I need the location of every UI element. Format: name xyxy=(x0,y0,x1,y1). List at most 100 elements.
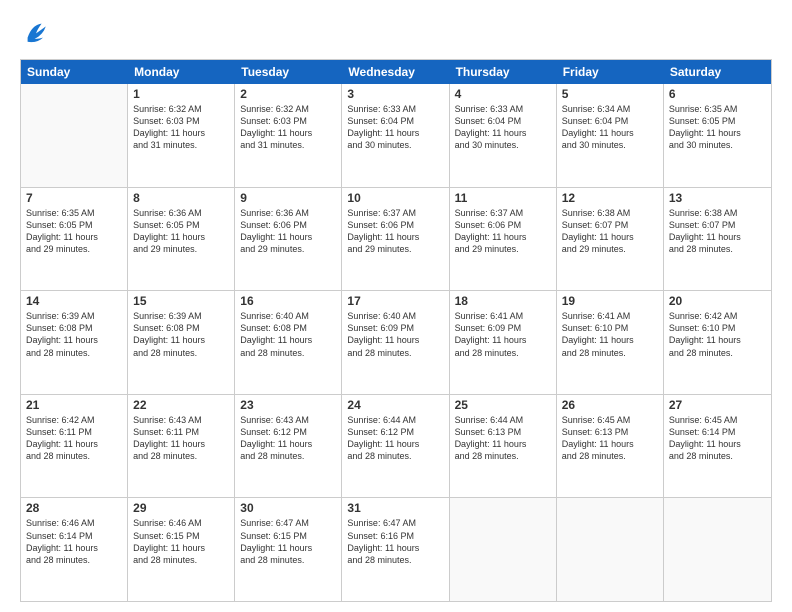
day-number: 4 xyxy=(455,87,551,101)
day-info: Sunrise: 6:33 AM Sunset: 6:04 PM Dayligh… xyxy=(347,103,443,152)
calendar-row: 21Sunrise: 6:42 AM Sunset: 6:11 PM Dayli… xyxy=(21,395,771,499)
day-info: Sunrise: 6:37 AM Sunset: 6:06 PM Dayligh… xyxy=(347,207,443,256)
day-info: Sunrise: 6:42 AM Sunset: 6:10 PM Dayligh… xyxy=(669,310,766,359)
day-info: Sunrise: 6:37 AM Sunset: 6:06 PM Dayligh… xyxy=(455,207,551,256)
day-info: Sunrise: 6:41 AM Sunset: 6:09 PM Dayligh… xyxy=(455,310,551,359)
calendar-cell: 15 Sunrise: 6:39 AM Sunset: 6:08 PM Dayli… xyxy=(128,291,235,394)
day-info: Sunrise: 6:34 AM Sunset: 6:04 PM Dayligh… xyxy=(562,103,658,152)
calendar-cell xyxy=(557,498,664,601)
day-info: Sunrise: 6:41 AM Sunset: 6:10 PM Dayligh… xyxy=(562,310,658,359)
day-info: Sunrise: 6:35 AM Sunset: 6:05 PM Dayligh… xyxy=(669,103,766,152)
calendar-cell: 29 Sunrise: 6:46 AM Sunset: 6:15 PM Dayli… xyxy=(128,498,235,601)
calendar-cell: 23Sunrise: 6:43 AM Sunset: 6:12 PM Dayli… xyxy=(235,395,342,498)
day-info: Sunrise: 6:36 AM Sunset: 6:05 PM Dayligh… xyxy=(133,207,229,256)
day-number: 17 xyxy=(347,294,443,308)
day-number: 29 xyxy=(133,501,229,515)
calendar-cell: 25Sunrise: 6:44 AM Sunset: 6:13 PM Dayli… xyxy=(450,395,557,498)
day-info: Sunrise: 6:38 AM Sunset: 6:07 PM Dayligh… xyxy=(562,207,658,256)
calendar-cell: 5Sunrise: 6:34 AM Sunset: 6:04 PM Daylig… xyxy=(557,84,664,187)
day-info: Sunrise: 6:47 AM Sunset: 6:15 PM Dayligh… xyxy=(240,517,336,566)
day-number: 25 xyxy=(455,398,551,412)
calendar-cell: 14 Sunrise: 6:39 AM Sunset: 6:08 PM Dayli… xyxy=(21,291,128,394)
day-info: Sunrise: 6:32 AM Sunset: 6:03 PM Dayligh… xyxy=(133,103,229,152)
calendar-cell: 22Sunrise: 6:43 AM Sunset: 6:11 PM Dayli… xyxy=(128,395,235,498)
logo xyxy=(20,18,50,51)
day-info: Sunrise: 6:46 AM Sunset: 6:15 PM Dayligh… xyxy=(133,517,229,566)
calendar-header-cell: Friday xyxy=(557,60,664,84)
day-number: 6 xyxy=(669,87,766,101)
day-info: Sunrise: 6:40 AM Sunset: 6:08 PM Dayligh… xyxy=(240,310,336,359)
day-number: 12 xyxy=(562,191,658,205)
day-number: 3 xyxy=(347,87,443,101)
day-number: 27 xyxy=(669,398,766,412)
day-info: Sunrise: 6:35 AM Sunset: 6:05 PM Dayligh… xyxy=(26,207,122,256)
calendar-cell: 3 Sunrise: 6:33 AM Sunset: 6:04 PM Daylig… xyxy=(342,84,449,187)
calendar-row: 7Sunrise: 6:35 AM Sunset: 6:05 PM Daylig… xyxy=(21,188,771,292)
day-number: 2 xyxy=(240,87,336,101)
calendar-cell: 2 Sunrise: 6:32 AM Sunset: 6:03 PM Daylig… xyxy=(235,84,342,187)
calendar-cell: 17 Sunrise: 6:40 AM Sunset: 6:09 PM Dayli… xyxy=(342,291,449,394)
calendar-cell: 26Sunrise: 6:45 AM Sunset: 6:13 PM Dayli… xyxy=(557,395,664,498)
calendar-cell: 10 Sunrise: 6:37 AM Sunset: 6:06 PM Dayli… xyxy=(342,188,449,291)
logo-bird-icon xyxy=(22,18,50,46)
day-info: Sunrise: 6:45 AM Sunset: 6:14 PM Dayligh… xyxy=(669,414,766,463)
day-info: Sunrise: 6:44 AM Sunset: 6:12 PM Dayligh… xyxy=(347,414,443,463)
calendar-cell: 31 Sunrise: 6:47 AM Sunset: 6:16 PM Dayli… xyxy=(342,498,449,601)
calendar-cell: 28Sunrise: 6:46 AM Sunset: 6:14 PM Dayli… xyxy=(21,498,128,601)
day-info: Sunrise: 6:46 AM Sunset: 6:14 PM Dayligh… xyxy=(26,517,122,566)
day-info: Sunrise: 6:47 AM Sunset: 6:16 PM Dayligh… xyxy=(347,517,443,566)
day-number: 22 xyxy=(133,398,229,412)
calendar-cell: 4 Sunrise: 6:33 AM Sunset: 6:04 PM Daylig… xyxy=(450,84,557,187)
calendar-header-cell: Thursday xyxy=(450,60,557,84)
day-info: Sunrise: 6:32 AM Sunset: 6:03 PM Dayligh… xyxy=(240,103,336,152)
calendar-row: 28Sunrise: 6:46 AM Sunset: 6:14 PM Dayli… xyxy=(21,498,771,601)
day-number: 26 xyxy=(562,398,658,412)
day-info: Sunrise: 6:43 AM Sunset: 6:12 PM Dayligh… xyxy=(240,414,336,463)
calendar-header: SundayMondayTuesdayWednesdayThursdayFrid… xyxy=(21,60,771,84)
day-number: 20 xyxy=(669,294,766,308)
day-info: Sunrise: 6:42 AM Sunset: 6:11 PM Dayligh… xyxy=(26,414,122,463)
day-number: 18 xyxy=(455,294,551,308)
day-number: 30 xyxy=(240,501,336,515)
page: SundayMondayTuesdayWednesdayThursdayFrid… xyxy=(0,0,792,612)
calendar-cell: 24 Sunrise: 6:44 AM Sunset: 6:12 PM Dayli… xyxy=(342,395,449,498)
day-number: 8 xyxy=(133,191,229,205)
day-number: 13 xyxy=(669,191,766,205)
day-info: Sunrise: 6:33 AM Sunset: 6:04 PM Dayligh… xyxy=(455,103,551,152)
calendar-row: 14 Sunrise: 6:39 AM Sunset: 6:08 PM Dayli… xyxy=(21,291,771,395)
calendar-cell: 9 Sunrise: 6:36 AM Sunset: 6:06 PM Daylig… xyxy=(235,188,342,291)
calendar-header-cell: Sunday xyxy=(21,60,128,84)
day-number: 14 xyxy=(26,294,122,308)
day-info: Sunrise: 6:36 AM Sunset: 6:06 PM Dayligh… xyxy=(240,207,336,256)
day-number: 15 xyxy=(133,294,229,308)
calendar-cell: 30 Sunrise: 6:47 AM Sunset: 6:15 PM Dayli… xyxy=(235,498,342,601)
calendar-row: 1Sunrise: 6:32 AM Sunset: 6:03 PM Daylig… xyxy=(21,84,771,188)
day-info: Sunrise: 6:39 AM Sunset: 6:08 PM Dayligh… xyxy=(133,310,229,359)
day-info: Sunrise: 6:40 AM Sunset: 6:09 PM Dayligh… xyxy=(347,310,443,359)
calendar-cell xyxy=(450,498,557,601)
calendar-header-cell: Saturday xyxy=(664,60,771,84)
day-number: 19 xyxy=(562,294,658,308)
calendar-cell: 11Sunrise: 6:37 AM Sunset: 6:06 PM Dayli… xyxy=(450,188,557,291)
calendar-header-cell: Monday xyxy=(128,60,235,84)
calendar-cell: 6 Sunrise: 6:35 AM Sunset: 6:05 PM Daylig… xyxy=(664,84,771,187)
day-info: Sunrise: 6:38 AM Sunset: 6:07 PM Dayligh… xyxy=(669,207,766,256)
calendar-body: 1Sunrise: 6:32 AM Sunset: 6:03 PM Daylig… xyxy=(21,84,771,601)
day-number: 31 xyxy=(347,501,443,515)
calendar-cell: 20 Sunrise: 6:42 AM Sunset: 6:10 PM Dayli… xyxy=(664,291,771,394)
calendar-cell: 19 Sunrise: 6:41 AM Sunset: 6:10 PM Dayli… xyxy=(557,291,664,394)
header xyxy=(20,18,772,51)
day-info: Sunrise: 6:39 AM Sunset: 6:08 PM Dayligh… xyxy=(26,310,122,359)
calendar-header-cell: Wednesday xyxy=(342,60,449,84)
calendar-cell: 16Sunrise: 6:40 AM Sunset: 6:08 PM Dayli… xyxy=(235,291,342,394)
calendar: SundayMondayTuesdayWednesdayThursdayFrid… xyxy=(20,59,772,602)
calendar-cell xyxy=(21,84,128,187)
calendar-cell: 8 Sunrise: 6:36 AM Sunset: 6:05 PM Daylig… xyxy=(128,188,235,291)
calendar-cell: 18 Sunrise: 6:41 AM Sunset: 6:09 PM Dayli… xyxy=(450,291,557,394)
calendar-header-cell: Tuesday xyxy=(235,60,342,84)
day-number: 10 xyxy=(347,191,443,205)
calendar-cell xyxy=(664,498,771,601)
calendar-cell: 12 Sunrise: 6:38 AM Sunset: 6:07 PM Dayli… xyxy=(557,188,664,291)
day-number: 24 xyxy=(347,398,443,412)
day-number: 9 xyxy=(240,191,336,205)
